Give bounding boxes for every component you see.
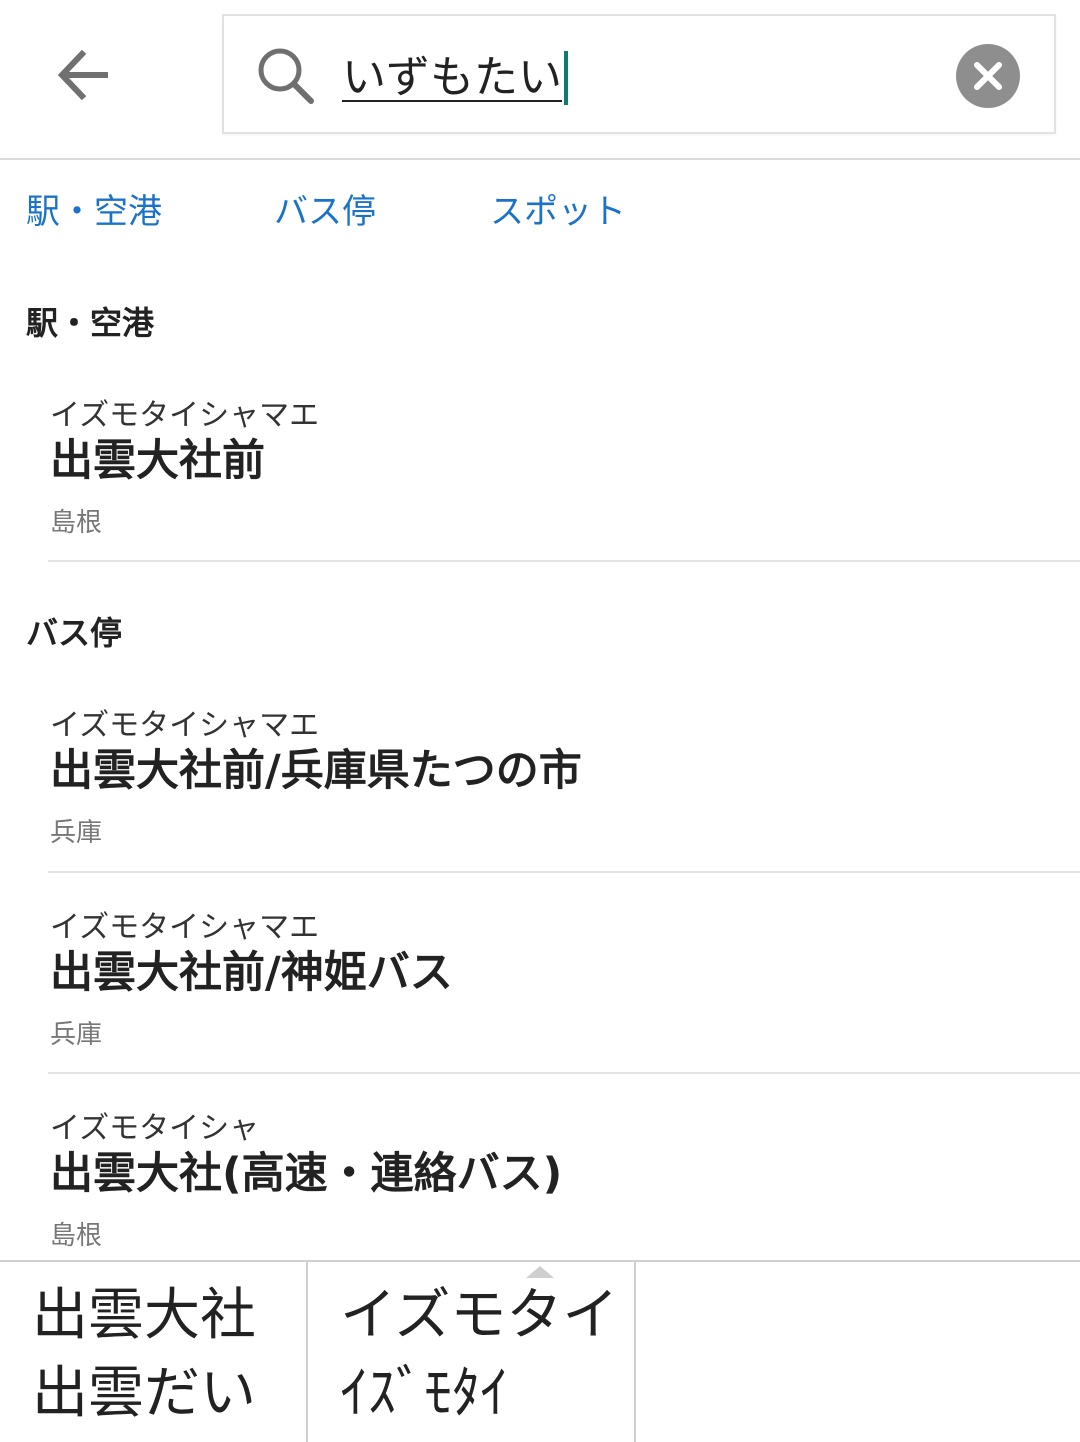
result-prefecture: 島根 xyxy=(50,1221,103,1251)
result-item[interactable]: イズモタイシャマエ 出雲大社前/兵庫県たつの市 兵庫 xyxy=(0,700,1080,870)
result-item[interactable]: イズモタイシャマエ 出雲大社前 島根 xyxy=(0,390,1080,560)
result-prefecture: 兵庫 xyxy=(50,818,103,848)
tab-spots[interactable]: スポット xyxy=(490,184,626,233)
candidate[interactable]: 出雲だい xyxy=(32,1348,256,1429)
clear-button[interactable] xyxy=(956,44,1020,108)
candidate[interactable]: 出雲大社 xyxy=(32,1270,256,1351)
close-icon xyxy=(974,62,1002,90)
result-item[interactable]: イズモタイシャ 出雲大社(高速・連絡バス) 島根 xyxy=(0,1103,1080,1260)
result-name: 出雲大社前 xyxy=(50,436,265,486)
back-button[interactable] xyxy=(40,34,128,116)
search-input[interactable]: いずもたい xyxy=(342,46,568,110)
ime-candidate-bar: 出雲大社 出雲だい 出雲湯 イズモタイ ｲｽﾞﾓﾀｲ xyxy=(0,1260,1080,1442)
search-icon xyxy=(258,48,314,104)
search-query: いずもたい xyxy=(342,52,562,103)
section-title-stations: 駅・空港 xyxy=(26,304,155,342)
result-name: 出雲大社(高速・連絡バス) xyxy=(50,1149,563,1199)
search-field[interactable]: いずもたい xyxy=(222,14,1056,134)
tab-stations[interactable]: 駅・空港 xyxy=(26,184,162,233)
candidate-column: イズモタイ ｲｽﾞﾓﾀｲ xyxy=(308,1262,636,1442)
section-title-bus-stops: バス停 xyxy=(26,614,123,652)
top-bar: いずもたい xyxy=(0,0,1080,160)
result-prefecture: 兵庫 xyxy=(50,1020,103,1050)
text-caret xyxy=(564,51,568,105)
divider xyxy=(48,560,1080,562)
candidate[interactable]: イズモタイ xyxy=(340,1270,618,1351)
category-tabs: 駅・空港 バス停 スポット xyxy=(0,170,1080,250)
divider xyxy=(48,1072,1080,1074)
result-name: 出雲大社前/兵庫県たつの市 xyxy=(50,746,582,796)
result-item[interactable]: イズモタイシャマエ 出雲大社前/神姫バス 兵庫 xyxy=(0,902,1080,1072)
candidate[interactable]: ｲｽﾞﾓﾀｲ xyxy=(340,1348,508,1429)
divider xyxy=(48,871,1080,873)
result-prefecture: 島根 xyxy=(50,508,103,538)
result-name: 出雲大社前/神姫バス xyxy=(50,948,453,998)
tab-bus-stops[interactable]: バス停 xyxy=(274,184,376,233)
candidate-column: 出雲大社 出雲だい 出雲湯 xyxy=(0,1262,308,1442)
arrow-left-icon xyxy=(57,50,108,100)
